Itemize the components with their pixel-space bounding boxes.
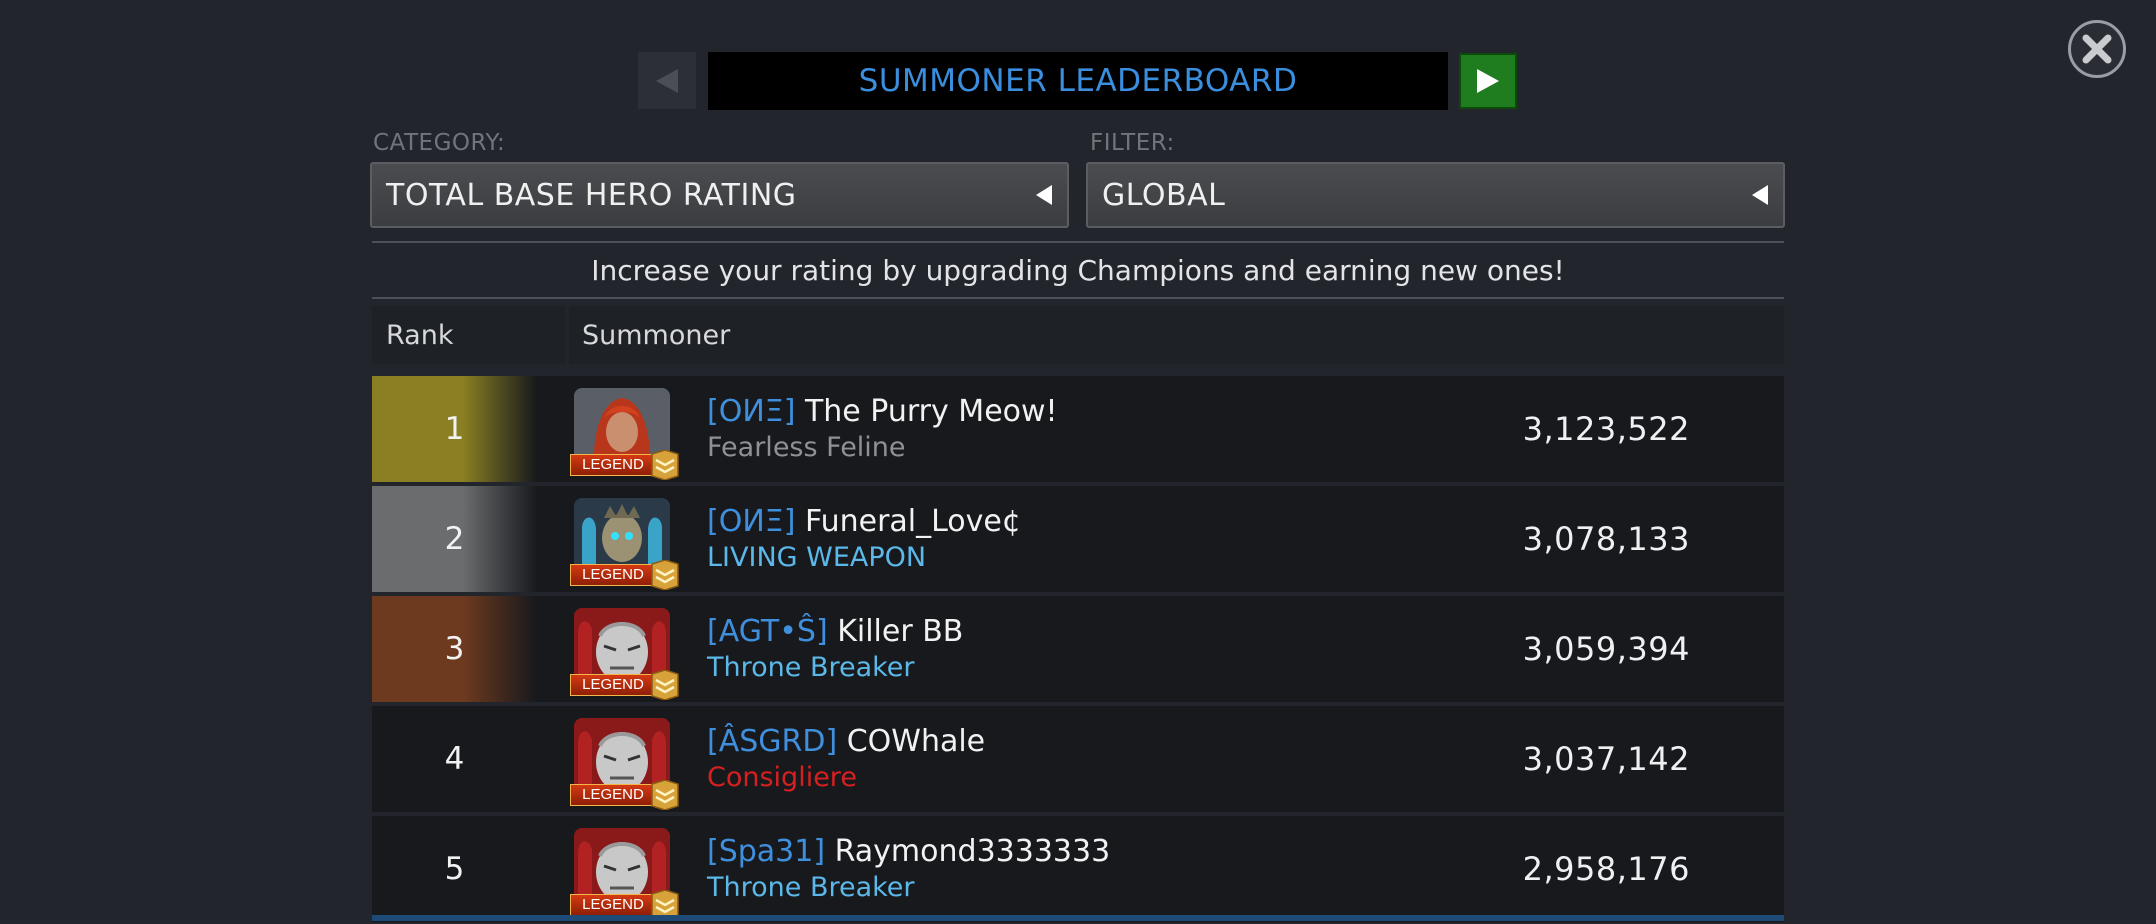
summoner-name-line[interactable]: [OИΞ] The Purry Meow! xyxy=(707,394,1058,429)
summoner-name-line[interactable]: [OИΞ] Funeral_Love¢ xyxy=(707,504,1021,539)
legend-badge: LEGEND xyxy=(570,564,656,586)
alliance-tag: [OИΞ] xyxy=(707,394,796,429)
rank-header-label: Rank xyxy=(386,319,454,351)
arrow-left-icon xyxy=(656,68,678,93)
summoner-header-label: Summoner xyxy=(582,319,731,351)
info-message: Increase your rating by upgrading Champi… xyxy=(591,254,1565,287)
alliance-tag: [AGT•Ŝ] xyxy=(707,614,828,649)
leaderboard-row[interactable]: 3 LEGEND [AGT•Ŝ] Killer BB Throne Breaker 3,… xyxy=(372,596,1784,702)
summoner-avatar[interactable]: LEGEND xyxy=(570,714,680,811)
summoner-name: The Purry Meow! xyxy=(804,394,1058,429)
legend-badge: LEGEND xyxy=(570,894,656,916)
summoner-name: COWhale xyxy=(846,724,986,759)
close-icon xyxy=(2082,34,2112,64)
hero-rating-value: 2,958,176 xyxy=(1522,850,1690,888)
summoner-name: Raymond3333333 xyxy=(834,834,1111,869)
dropdown-arrow-icon xyxy=(1752,185,1768,205)
next-leaderboard-button[interactable] xyxy=(1459,53,1517,109)
rank-chevron-icon xyxy=(650,559,680,591)
summoner-name: Killer BB xyxy=(837,614,964,649)
summoner-avatar[interactable]: LEGEND xyxy=(570,494,680,591)
leaderboard-row[interactable]: 1 LEGEND [OИΞ] The Purry Meow! Fearless Fel… xyxy=(372,376,1784,482)
filter-value: GLOBAL xyxy=(1102,177,1226,213)
summoner-title: LIVING WEAPON xyxy=(707,542,927,573)
alliance-tag: [Spa31] xyxy=(707,834,826,869)
leaderboard-title: SUMMONER LEADERBOARD xyxy=(708,52,1448,110)
category-dropdown[interactable]: TOTAL BASE HERO RATING xyxy=(370,162,1069,228)
leaderboard-row[interactable]: 5 LEGEND [Spa31] Raymond3333333 Throne Brea… xyxy=(372,816,1784,922)
leaderboard-row[interactable]: 2 LEGEND [OИΞ] Funeral_Love¢ LIVING WEAPON 3… xyxy=(372,486,1784,592)
category-label: CATEGORY: xyxy=(373,130,506,156)
leaderboard-title-text: SUMMONER LEADERBOARD xyxy=(858,63,1298,99)
category-value: TOTAL BASE HERO RATING xyxy=(386,177,797,213)
summoner-name-line[interactable]: [ÂSGRD] COWhale xyxy=(707,724,985,759)
summoner-title: Throne Breaker xyxy=(707,872,915,903)
hero-rating-value: 3,123,522 xyxy=(1522,410,1690,448)
summoner-name-line[interactable]: [Spa31] Raymond3333333 xyxy=(707,834,1110,869)
alliance-tag: [OИΞ] xyxy=(707,504,796,539)
summoner-avatar[interactable]: LEGEND xyxy=(570,824,680,921)
hero-rating-value: 3,037,142 xyxy=(1522,740,1690,778)
rank-number: 4 xyxy=(372,706,537,812)
divider xyxy=(372,297,1784,299)
summoner-avatar[interactable]: LEGEND xyxy=(570,604,680,701)
rank-number: 3 xyxy=(372,596,537,702)
alliance-tag: [ÂSGRD] xyxy=(707,724,838,759)
arrow-right-icon xyxy=(1477,69,1499,93)
summoner-title: Fearless Feline xyxy=(707,432,906,463)
summoner-title: Throne Breaker xyxy=(707,652,915,683)
divider xyxy=(372,241,1784,243)
legend-badge: LEGEND xyxy=(570,784,656,806)
list-bottom-edge xyxy=(372,915,1784,921)
summoner-name-line[interactable]: [AGT•Ŝ] Killer BB xyxy=(707,614,963,649)
hero-rating-value: 3,059,394 xyxy=(1522,630,1690,668)
rank-chevron-icon xyxy=(650,449,680,481)
close-button[interactable] xyxy=(2068,20,2126,78)
rank-number: 2 xyxy=(372,486,537,592)
dropdown-arrow-icon xyxy=(1036,185,1052,205)
filter-label: FILTER: xyxy=(1090,130,1175,156)
summoner-column-header: Summoner xyxy=(569,306,1784,364)
rank-column-header: Rank xyxy=(372,306,565,364)
rank-number: 1 xyxy=(372,376,537,482)
rank-chevron-icon xyxy=(650,669,680,701)
hero-rating-value: 3,078,133 xyxy=(1522,520,1690,558)
rank-chevron-icon xyxy=(650,779,680,811)
rank-number: 5 xyxy=(372,816,537,922)
filter-dropdown[interactable]: GLOBAL xyxy=(1086,162,1785,228)
summoner-avatar[interactable]: LEGEND xyxy=(570,384,680,481)
previous-leaderboard-button[interactable] xyxy=(638,52,696,109)
leaderboard-row[interactable]: 4 LEGEND [ÂSGRD] COWhale Consigliere 3,037,1… xyxy=(372,706,1784,812)
legend-badge: LEGEND xyxy=(570,454,656,476)
summoner-title: Consigliere xyxy=(707,762,857,793)
summoner-name: Funeral_Love¢ xyxy=(804,504,1021,539)
legend-badge: LEGEND xyxy=(570,674,656,696)
